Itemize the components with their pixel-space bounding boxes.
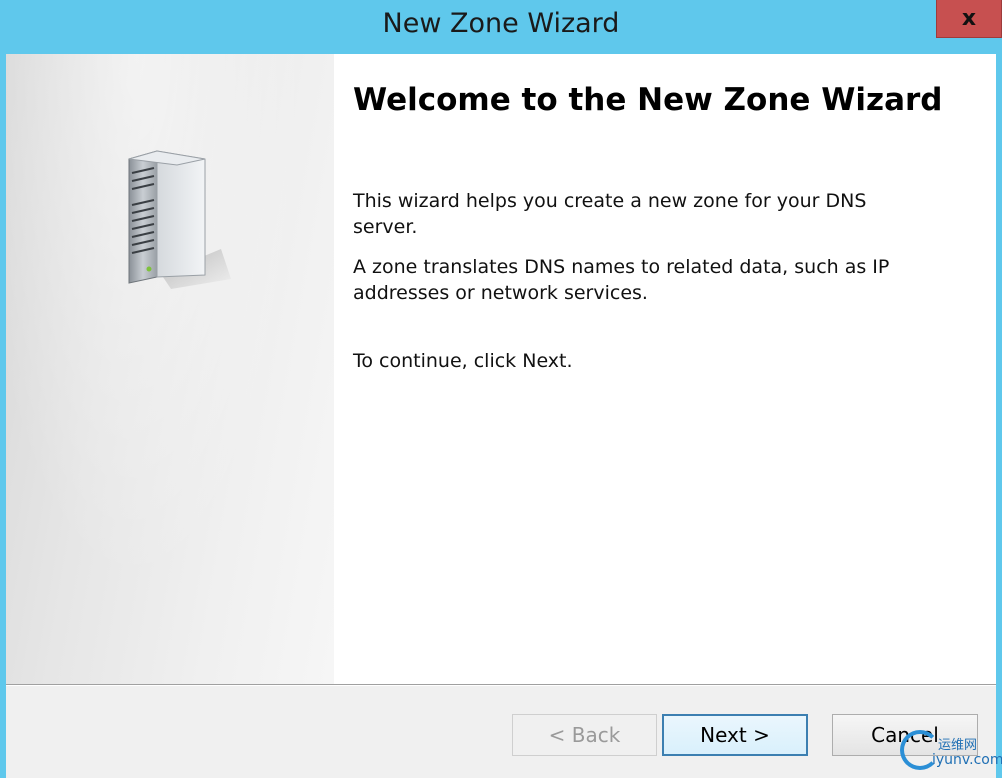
window-title: New Zone Wizard: [382, 8, 620, 39]
page-title: Welcome to the New Zone Wizard: [353, 82, 943, 118]
watermark-text: 运维网: [938, 738, 978, 753]
server-icon: [128, 150, 231, 289]
wizard-window: New Zone Wizard x Welcome to the New Zon…: [0, 0, 1002, 778]
back-button[interactable]: < Back: [512, 714, 657, 756]
intro-text: This wizard helps you create a new zone …: [353, 190, 867, 238]
watermark-url: iyunv.com: [932, 752, 1002, 768]
title-bar[interactable]: New Zone Wizard x: [0, 0, 1002, 54]
site-watermark: 运维网 iyunv.com: [896, 728, 1002, 776]
next-button[interactable]: Next >: [662, 714, 808, 756]
continue-instruction: To continue, click Next.: [353, 350, 573, 372]
close-icon: x: [961, 5, 977, 31]
close-button[interactable]: x: [936, 0, 1002, 38]
side-banner: [6, 54, 334, 684]
wizard-client-area: Welcome to the New Zone Wizard This wiza…: [6, 54, 996, 778]
welcome-content: Welcome to the New Zone Wizard This wiza…: [334, 54, 996, 684]
zone-description-text: A zone translates DNS names to related d…: [353, 256, 890, 304]
button-separator: [6, 684, 996, 686]
